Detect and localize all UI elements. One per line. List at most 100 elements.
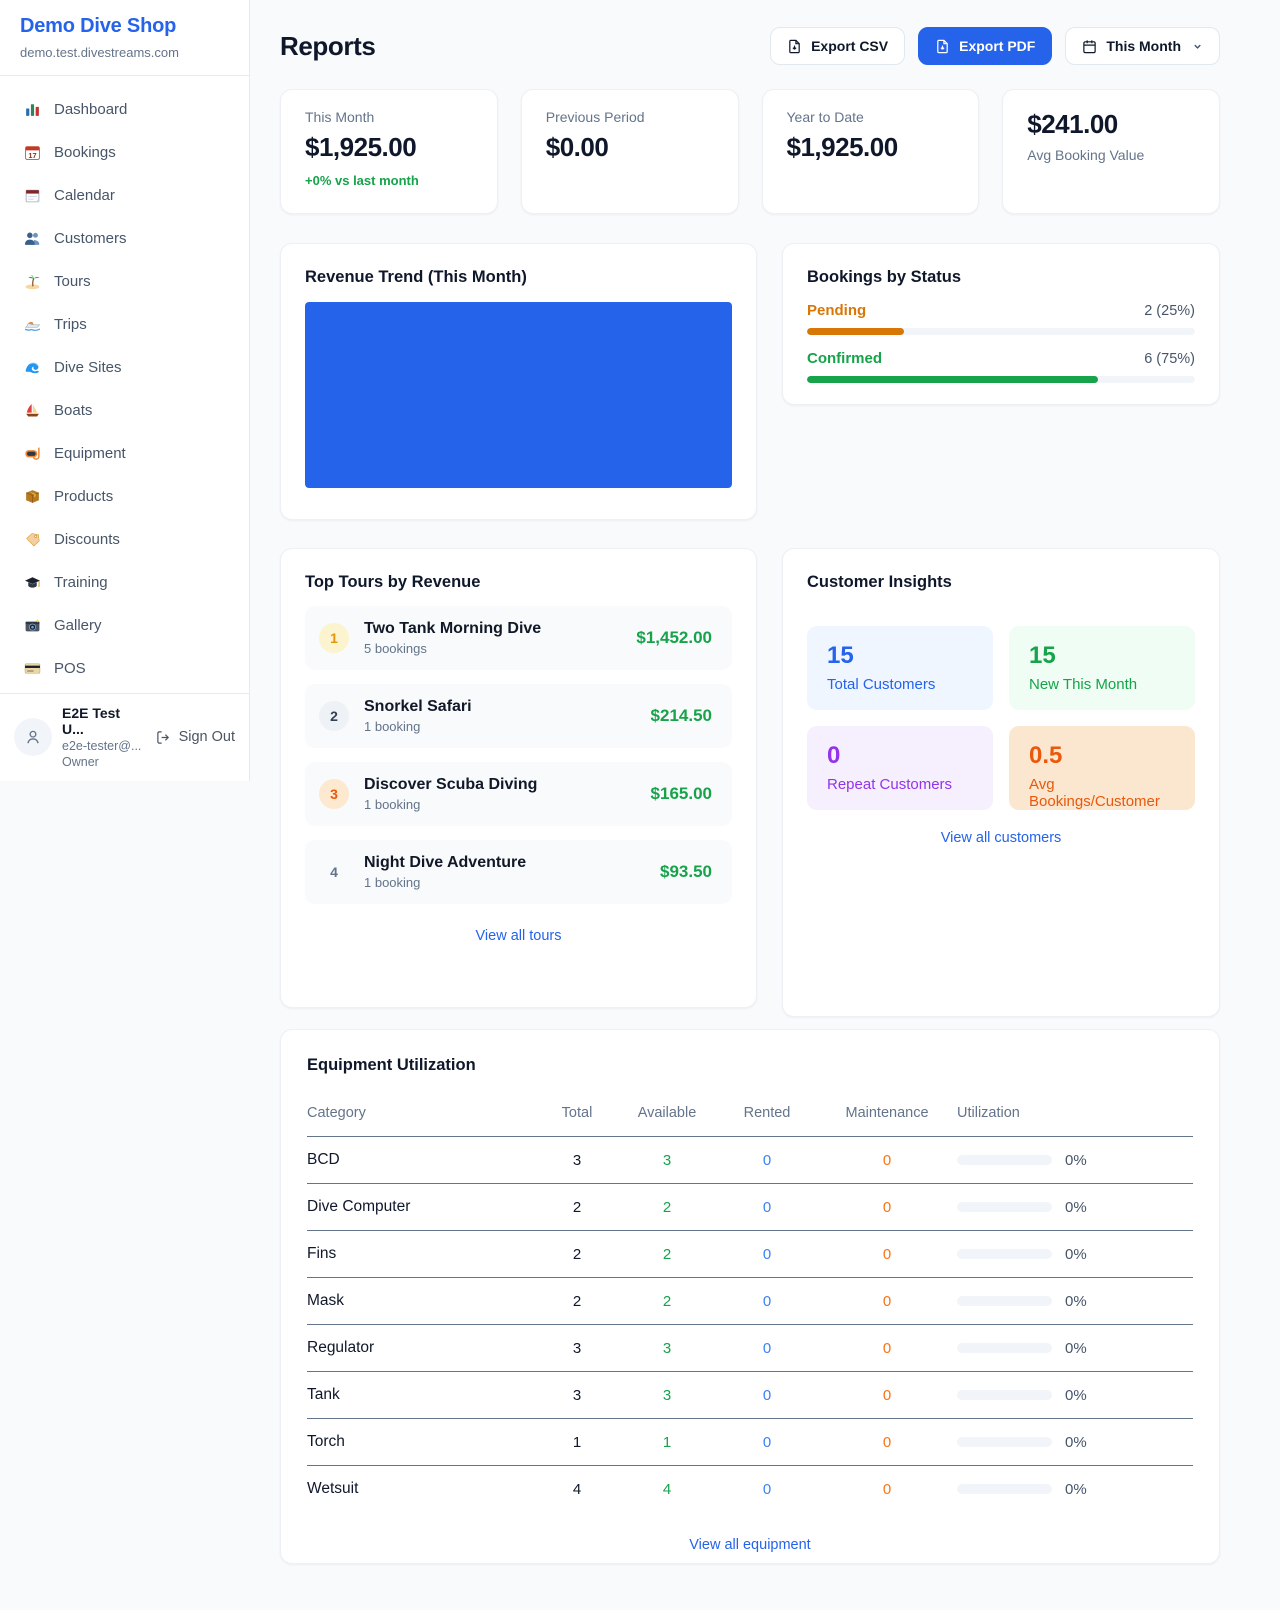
view-all-tours-link[interactable]: View all tours bbox=[305, 928, 732, 944]
palm-island-icon bbox=[24, 273, 41, 290]
status-rows: Pending 2 (25%) Confirmed6 (75%) bbox=[807, 302, 1195, 383]
sidebar-item-training[interactable]: Training bbox=[12, 564, 237, 600]
wave-icon bbox=[24, 359, 41, 376]
equipment-rented: 0 bbox=[717, 1231, 817, 1278]
utilization-bar-group: 0% bbox=[957, 1293, 1193, 1310]
sidebar-item-calendar[interactable]: Calendar bbox=[12, 177, 237, 213]
sidebar-item-gallery[interactable]: Gallery bbox=[12, 607, 237, 643]
calendar-icon bbox=[1082, 39, 1097, 54]
equipment-total: 3 bbox=[537, 1372, 617, 1419]
tour-name: Two Tank Morning Dive bbox=[364, 620, 541, 638]
status-value: 2 (25%) bbox=[1144, 303, 1195, 319]
tour-revenue: $93.50 bbox=[660, 862, 712, 882]
equipment-utilization-cell: 0% bbox=[957, 1231, 1193, 1278]
tour-info: Snorkel Safari1 booking bbox=[364, 698, 472, 734]
view-all-customers-link[interactable]: View all customers bbox=[807, 830, 1195, 846]
revenue-trend-title: Revenue Trend (This Month) bbox=[305, 268, 732, 287]
status-value: 6 (75%) bbox=[1144, 351, 1195, 367]
equipment-rented: 0 bbox=[717, 1325, 817, 1372]
sidebar-item-trips[interactable]: Trips bbox=[12, 306, 237, 342]
chevron-down-icon bbox=[1192, 41, 1203, 52]
equipment-available: 2 bbox=[617, 1278, 717, 1325]
tour-bookings: 1 booking bbox=[364, 797, 537, 812]
equipment-row-mask: Mask22000% bbox=[307, 1278, 1193, 1325]
tour-name: Night Dive Adventure bbox=[364, 854, 526, 872]
export-csv-label: Export CSV bbox=[811, 38, 888, 54]
sidebar-item-tours[interactable]: Tours bbox=[12, 263, 237, 299]
equipment-row-dive-computer: Dive Computer22000% bbox=[307, 1184, 1193, 1231]
sidebar: Demo Dive Shop demo.test.divestreams.com… bbox=[0, 0, 250, 781]
stat-card-this-month: This Month$1,925.00+0% vs last month bbox=[280, 89, 498, 214]
utilization-bar bbox=[957, 1155, 1052, 1165]
equipment-rented: 0 bbox=[717, 1419, 817, 1466]
sidebar-item-label: Tours bbox=[54, 273, 91, 290]
customer-insights-card: Customer Insights 15Total Customers15New… bbox=[782, 548, 1220, 1017]
status-progress-fill bbox=[807, 376, 1098, 383]
equipment-maintenance: 0 bbox=[817, 1419, 957, 1466]
export-pdf-button[interactable]: Export PDF bbox=[918, 27, 1052, 65]
file-download-icon bbox=[787, 39, 802, 54]
tour-rank-badge: 3 bbox=[319, 779, 349, 809]
insight-tile-new-this-month: 15New This Month bbox=[1009, 626, 1195, 710]
export-csv-button[interactable]: Export CSV bbox=[770, 27, 905, 65]
sidebar-item-equipment[interactable]: Equipment bbox=[12, 435, 237, 471]
sidebar-nav: Dashboard 17Bookings Calendar Customers Tour… bbox=[0, 76, 249, 693]
user-footer: E2E Test U... e2e-tester@... Owner Sign … bbox=[0, 693, 249, 781]
equipment-row-bcd: BCD33000% bbox=[307, 1137, 1193, 1184]
stat-value: $0.00 bbox=[546, 132, 714, 163]
sidebar-item-pos[interactable]: POS bbox=[12, 650, 237, 686]
page-header: Reports Export CSV Export PDF This Month bbox=[280, 27, 1220, 65]
app-root: Demo Dive Shop demo.test.divestreams.com… bbox=[0, 0, 1280, 1610]
sidebar-item-label: Trips bbox=[54, 316, 87, 333]
sidebar-item-label: Discounts bbox=[54, 531, 120, 548]
equipment-table-header: Category Total Available Rented Maintena… bbox=[307, 1097, 1193, 1137]
export-pdf-label: Export PDF bbox=[959, 38, 1035, 54]
box-icon bbox=[24, 488, 41, 505]
sidebar-item-discounts[interactable]: Discounts bbox=[12, 521, 237, 557]
revenue-trend-chart bbox=[305, 302, 732, 488]
sidebar-item-dive-sites[interactable]: Dive Sites bbox=[12, 349, 237, 385]
tour-info: Two Tank Morning Dive5 bookings bbox=[364, 620, 541, 656]
equipment-available: 2 bbox=[617, 1231, 717, 1278]
stat-card-year-to-date: Year to Date$1,925.00 bbox=[762, 89, 980, 214]
status-row-head: Confirmed6 (75%) bbox=[807, 350, 1195, 367]
utilization-bar bbox=[957, 1343, 1052, 1353]
status-label: Pending bbox=[807, 302, 866, 319]
stat-value: $241.00 bbox=[1027, 109, 1195, 140]
utilization-bar-group: 0% bbox=[957, 1434, 1193, 1451]
dive-mask-icon bbox=[24, 445, 41, 462]
shop-name: Demo Dive Shop bbox=[20, 15, 229, 38]
customer-insights-title: Customer Insights bbox=[807, 573, 1195, 592]
sign-out-button[interactable]: Sign Out bbox=[156, 729, 235, 745]
status-row-pending: Pending 2 (25%) bbox=[807, 302, 1195, 335]
equipment-maintenance: 0 bbox=[817, 1184, 957, 1231]
equipment-utilization-cell: 0% bbox=[957, 1184, 1193, 1231]
utilization-bar bbox=[957, 1437, 1052, 1447]
equipment-row-regulator: Regulator33000% bbox=[307, 1325, 1193, 1372]
equipment-maintenance: 0 bbox=[817, 1278, 957, 1325]
sidebar-item-products[interactable]: Products bbox=[12, 478, 237, 514]
view-all-equipment-link[interactable]: View all equipment bbox=[307, 1537, 1193, 1553]
tour-name: Discover Scuba Diving bbox=[364, 776, 537, 794]
user-info: E2E Test U... e2e-tester@... Owner bbox=[62, 705, 146, 769]
sidebar-header: Demo Dive Shop demo.test.divestreams.com bbox=[0, 0, 249, 76]
equipment-rented: 0 bbox=[717, 1137, 817, 1184]
equipment-utilization-cell: 0% bbox=[957, 1137, 1193, 1184]
equipment-total: 4 bbox=[537, 1466, 617, 1513]
sidebar-item-label: Boats bbox=[54, 402, 92, 419]
tour-row-two-tank-morning-dive: 1Two Tank Morning Dive5 bookings$1,452.0… bbox=[305, 606, 732, 670]
equipment-row-fins: Fins22000% bbox=[307, 1231, 1193, 1278]
sidebar-item-bookings[interactable]: 17Bookings bbox=[12, 134, 237, 170]
lists-row: Top Tours by Revenue 1Two Tank Morning D… bbox=[280, 548, 1220, 1017]
period-select[interactable]: This Month bbox=[1065, 27, 1220, 65]
equipment-total: 3 bbox=[537, 1137, 617, 1184]
equipment-category: BCD bbox=[307, 1137, 537, 1184]
sidebar-item-dashboard[interactable]: Dashboard bbox=[12, 91, 237, 127]
sidebar-item-customers[interactable]: Customers bbox=[12, 220, 237, 256]
equipment-available: 2 bbox=[617, 1184, 717, 1231]
status-progress-track bbox=[807, 328, 1195, 335]
top-tours-list: 1Two Tank Morning Dive5 bookings$1,452.0… bbox=[305, 606, 732, 904]
sidebar-item-boats[interactable]: Boats bbox=[12, 392, 237, 428]
insight-tile-repeat-customers: 0Repeat Customers bbox=[807, 726, 993, 810]
equipment-available: 4 bbox=[617, 1466, 717, 1513]
